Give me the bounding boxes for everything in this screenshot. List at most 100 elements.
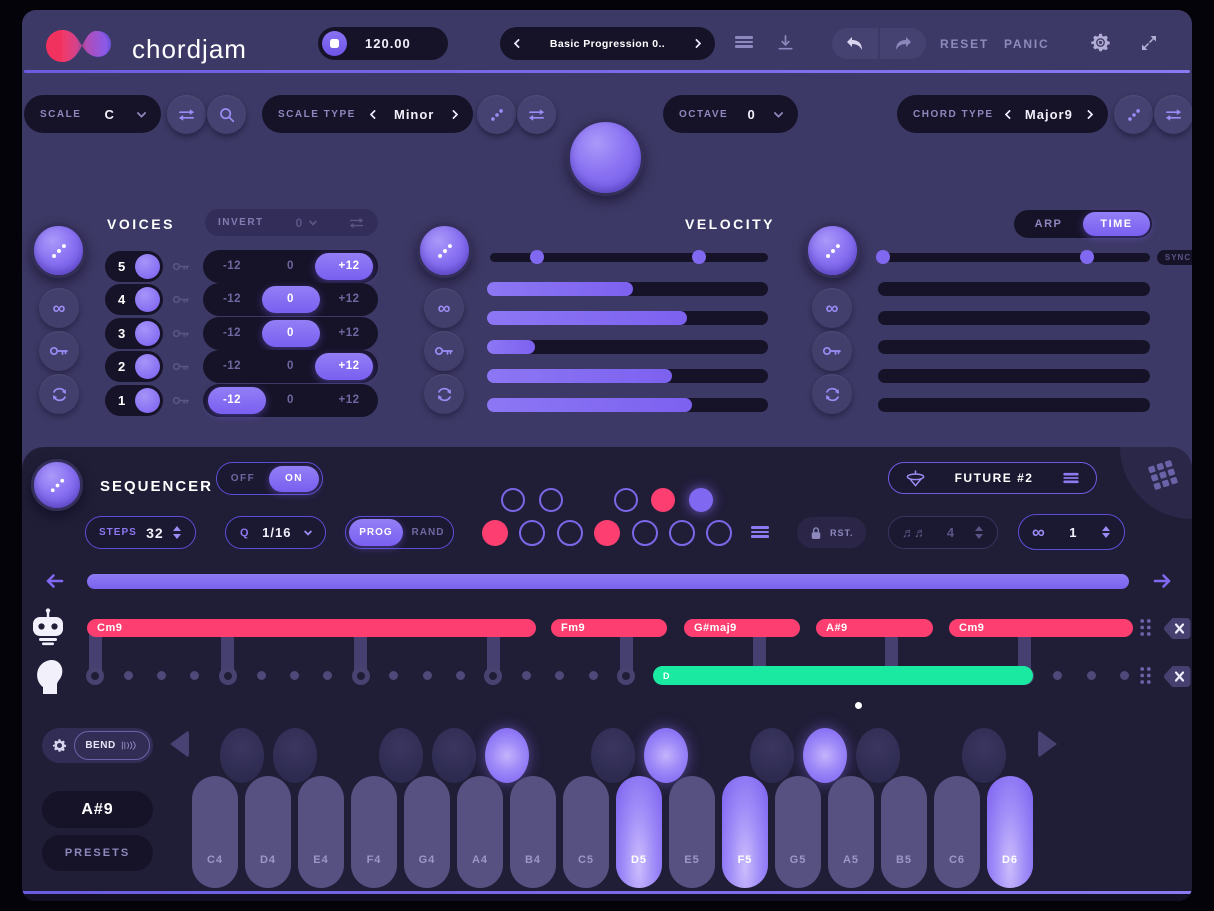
prog-option[interactable]: PROG [349, 519, 403, 546]
piano-key-c5[interactable]: C5 [563, 776, 609, 888]
invert-control[interactable]: INVERT 0 [205, 209, 378, 236]
chord-type-selector[interactable]: CHORD TYPE Major9 [897, 95, 1108, 133]
quantize-control[interactable]: Q 1/16 [225, 516, 326, 549]
voice-enabled-toggle[interactable] [135, 387, 160, 413]
loop-value[interactable]: 1 [1069, 525, 1077, 540]
scale-type-swap-icon[interactable] [517, 95, 556, 134]
seq-step-circle[interactable] [689, 488, 713, 512]
slider-handle[interactable] [876, 250, 891, 264]
seq-step-circle[interactable] [614, 488, 638, 512]
time-bar[interactable] [878, 340, 1150, 354]
timeline-step-dot[interactable] [455, 671, 465, 680]
voice-offset-option[interactable]: 0 [262, 283, 320, 316]
voice-offset-option[interactable]: -12 [203, 250, 261, 283]
voice-row-toggle[interactable]: 5 [105, 250, 163, 282]
human-head-icon[interactable] [34, 656, 64, 694]
chevron-down-icon[interactable] [136, 107, 147, 118]
voice-offset-option[interactable]: +12 [320, 384, 378, 417]
settings-gear-icon[interactable] [1090, 32, 1111, 53]
time-bar[interactable] [878, 398, 1150, 412]
current-chord-display[interactable]: A#9 [42, 791, 153, 828]
voice-offset-option[interactable]: -12 [203, 283, 261, 316]
voice-offset-option[interactable]: 0 [262, 384, 320, 417]
sequence-preset-selector[interactable]: FUTURE #2 [888, 462, 1097, 494]
voice-offset-selector[interactable]: -12 0 +12 [203, 249, 378, 283]
chevron-down-icon[interactable] [773, 107, 784, 118]
step-menu-icon[interactable] [751, 526, 769, 538]
velocity-range-slider[interactable] [490, 250, 768, 264]
velocity-bar[interactable] [487, 311, 768, 325]
voice-row-toggle[interactable]: 3 [105, 317, 163, 349]
black-key-knob-gs5[interactable] [802, 728, 847, 783]
voice-enabled-toggle[interactable] [135, 320, 160, 346]
black-key-knob-cs5[interactable] [590, 728, 635, 783]
timeline-beat-marker[interactable] [617, 666, 636, 685]
velocity-bar[interactable] [487, 398, 768, 412]
chord-type-prev-icon[interactable] [1004, 109, 1015, 119]
black-key-knob-fs5[interactable] [749, 728, 794, 783]
piano-key-e5[interactable]: E5 [669, 776, 715, 888]
reset-button[interactable]: RESET [940, 37, 989, 51]
time-infinity-icon[interactable]: ∞ [812, 288, 852, 328]
preset-selector[interactable]: Basic Progression 0.. [500, 27, 715, 60]
octave-value[interactable]: 0 [747, 107, 755, 122]
bpm-control[interactable]: 120.00 [318, 27, 448, 60]
voice-offset-option[interactable]: +12 [320, 283, 378, 316]
bend-toggle[interactable]: BEND [74, 731, 150, 760]
piano-key-c6[interactable]: C6 [934, 776, 980, 888]
seq-step-circle[interactable] [594, 520, 620, 546]
timeline-step-dot[interactable] [256, 671, 266, 680]
time-bar[interactable] [878, 369, 1150, 383]
timeline-step-dot[interactable] [1119, 671, 1129, 680]
chord-block[interactable]: G#maj9 [684, 619, 800, 637]
voice-offset-option[interactable]: +12 [320, 250, 378, 283]
note-row-drag-handle-icon[interactable] [1139, 666, 1152, 685]
prog-rand-toggle[interactable]: PROG RAND [345, 516, 454, 549]
time-bar[interactable] [878, 311, 1150, 325]
panic-button[interactable]: PANIC [1004, 37, 1049, 51]
preset-next-icon[interactable] [691, 38, 702, 49]
octave-selector[interactable]: OCTAVE 0 [663, 95, 798, 133]
voice-offset-option[interactable]: -12 [203, 317, 261, 350]
seq-step-circle[interactable] [519, 520, 545, 546]
seq-step-circle[interactable] [539, 488, 563, 512]
quantize-value[interactable]: 1/16 [262, 525, 291, 540]
black-key-knob-cs4[interactable] [219, 728, 264, 783]
scale-detect-search-icon[interactable] [207, 95, 246, 134]
scale-value[interactable]: C [105, 107, 115, 122]
arp-option[interactable]: ARP [1014, 218, 1083, 230]
timeline-step-dot[interactable] [588, 671, 598, 680]
black-key-knob-ds5[interactable] [643, 728, 688, 783]
piano-key-d6[interactable]: D6 [987, 776, 1033, 888]
scroll-left-icon[interactable] [45, 573, 65, 589]
voice-offset-selector[interactable]: -12 0 +12 [203, 350, 378, 383]
time-bar[interactable] [878, 282, 1150, 296]
voice-offset-option[interactable]: +12 [320, 350, 378, 383]
voice-offset-option[interactable]: 0 [262, 250, 320, 283]
steps-stepper-icon[interactable] [173, 526, 182, 539]
velocity-bar[interactable] [487, 369, 768, 383]
timeline-step-dot[interactable] [422, 671, 432, 680]
timeline-step-dot[interactable] [156, 671, 166, 680]
chord-block[interactable]: Fm9 [551, 619, 667, 637]
chord-block[interactable]: Cm9 [949, 619, 1133, 637]
piano-key-c4[interactable]: C4 [192, 776, 238, 888]
scale-type-value[interactable]: Minor [394, 107, 434, 122]
chord-row-drag-handle-icon[interactable] [1139, 618, 1152, 637]
timeline-step-dot[interactable] [289, 671, 299, 680]
robot-icon[interactable] [30, 608, 66, 646]
black-key-knob-as4[interactable] [484, 728, 529, 783]
velocity-key-lock-icon[interactable] [424, 331, 464, 371]
piano-key-d5[interactable]: D5 [616, 776, 662, 888]
sequencer-randomize-dice-knob[interactable] [31, 459, 83, 511]
page-indicator-dot[interactable] [855, 702, 862, 709]
sequence-preset-menu-icon[interactable] [1063, 472, 1079, 484]
scale-swap-icon[interactable] [167, 95, 206, 134]
menu-icon[interactable] [735, 36, 753, 48]
invert-value[interactable]: 0 [295, 216, 303, 230]
rand-option[interactable]: RAND [403, 527, 453, 538]
preset-prev-icon[interactable] [513, 38, 524, 49]
time-refresh-icon[interactable] [812, 374, 852, 414]
slider-handle[interactable] [530, 250, 545, 264]
bpm-value[interactable]: 120.00 [365, 36, 411, 51]
